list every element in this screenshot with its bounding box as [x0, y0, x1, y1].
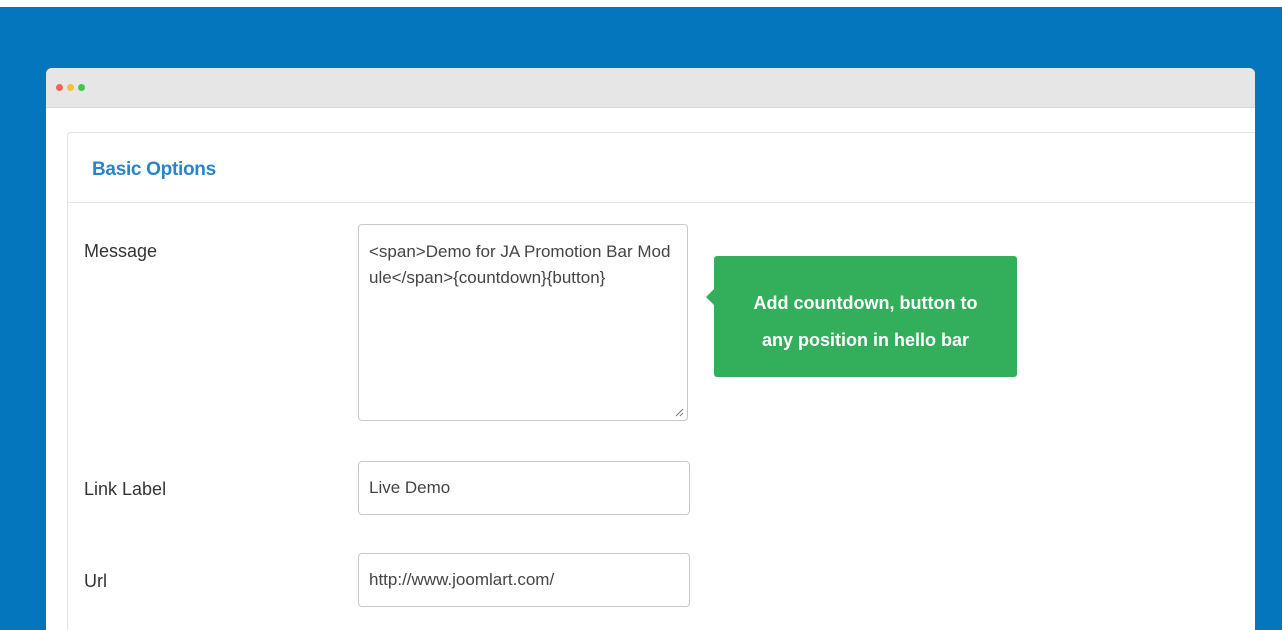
message-textarea[interactable]: <span>Demo for JA Promotion Bar Module</…: [358, 224, 688, 421]
url-label: Url: [84, 571, 107, 591]
browser-window: Basic Options Message <span>Demo for JA …: [46, 68, 1255, 630]
maximize-dot-icon[interactable]: [78, 84, 85, 91]
url-input[interactable]: http://www.joomlart.com/: [358, 553, 690, 607]
message-text: <span>Demo for JA Promotion Bar Module</…: [369, 242, 671, 287]
hint-tooltip: Add countdown, button to any position in…: [706, 256, 1017, 377]
resize-grip-icon[interactable]: [675, 408, 684, 417]
close-dot-icon[interactable]: [56, 84, 63, 91]
window-titlebar: [46, 68, 1255, 108]
tooltip-line-2: any position in hello bar: [761, 330, 970, 350]
message-label: Message: [84, 241, 158, 261]
minimize-dot-icon[interactable]: [67, 84, 74, 91]
panel-title: Basic Options: [92, 159, 216, 180]
link-label-label: Link Label: [84, 479, 167, 499]
link-label-input[interactable]: Live Demo: [358, 461, 690, 515]
basic-options-panel: Basic Options Message <span>Demo for JA …: [67, 132, 1255, 630]
top-strip: [0, 0, 1282, 7]
tooltip-line-1: Add countdown, button to: [753, 293, 978, 313]
panel-header: Basic Options: [68, 133, 1255, 203]
tooltip-arrow: [706, 289, 714, 305]
